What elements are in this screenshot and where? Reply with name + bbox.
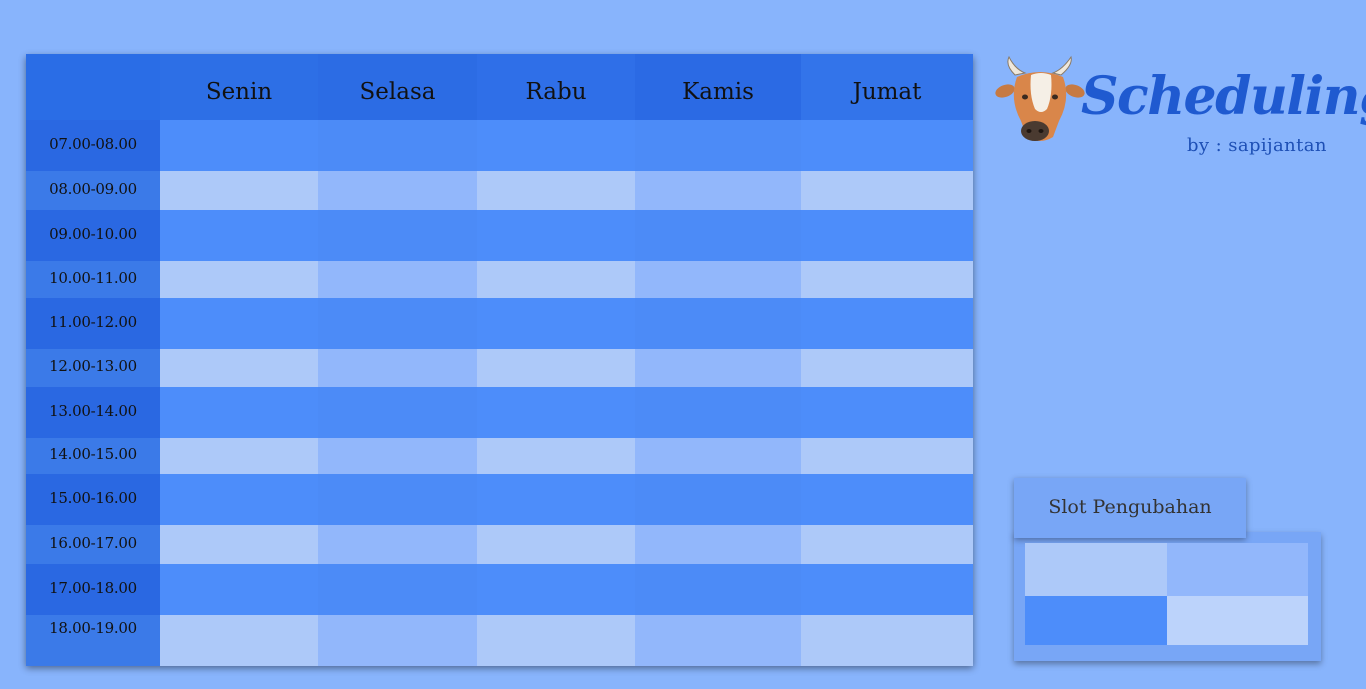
schedule-table: Senin Selasa Rabu Kamis Jumat 07.00-08.0…	[26, 54, 973, 666]
schedule-slot-kamis[interactable]	[635, 387, 801, 438]
slot-option[interactable]	[1025, 596, 1167, 645]
time-slot-label: 18.00-19.00	[26, 615, 160, 666]
schedule-slot-rabu[interactable]	[477, 261, 635, 298]
schedule-slot-jumat[interactable]	[801, 474, 973, 525]
time-slot-label: 09.00-10.00	[26, 210, 160, 261]
schedule-slot-selasa[interactable]	[318, 615, 477, 666]
time-slot-label: 15.00-16.00	[26, 474, 160, 525]
day-header-jumat: Jumat	[801, 54, 973, 120]
time-slot-label: 16.00-17.00	[26, 525, 160, 564]
time-slot-label: 14.00-15.00	[26, 438, 160, 474]
schedule-slot-senin[interactable]	[160, 349, 318, 387]
schedule-slot-rabu[interactable]	[477, 349, 635, 387]
schedule-slot-senin[interactable]	[160, 171, 318, 210]
schedule-slot-selasa[interactable]	[318, 438, 477, 474]
schedule-slot-senin[interactable]	[160, 210, 318, 261]
schedule-slot-kamis[interactable]	[635, 171, 801, 210]
schedule-slot-jumat[interactable]	[801, 387, 973, 438]
day-header-senin: Senin	[160, 54, 318, 120]
time-slot-label: 13.00-14.00	[26, 387, 160, 438]
cow-head-icon	[995, 55, 1085, 141]
schedule-slot-kamis[interactable]	[635, 525, 801, 564]
schedule-slot-senin[interactable]	[160, 387, 318, 438]
schedule-slot-rabu[interactable]	[477, 387, 635, 438]
schedule-slot-selasa[interactable]	[318, 525, 477, 564]
schedule-slot-rabu[interactable]	[477, 438, 635, 474]
app-root: Senin Selasa Rabu Kamis Jumat 07.00-08.0…	[0, 0, 1366, 689]
schedule-slot-kamis[interactable]	[635, 615, 801, 666]
time-slot-label: 17.00-18.00	[26, 564, 160, 615]
schedule-slot-kamis[interactable]	[635, 438, 801, 474]
slot-option[interactable]	[1025, 543, 1167, 596]
schedule-slot-kamis[interactable]	[635, 349, 801, 387]
schedule-slot-senin[interactable]	[160, 474, 318, 525]
day-header-rabu: Rabu	[477, 54, 635, 120]
schedule-slot-rabu[interactable]	[477, 615, 635, 666]
schedule-slot-selasa[interactable]	[318, 298, 477, 349]
schedule-slot-senin[interactable]	[160, 438, 318, 474]
schedule-slot-jumat[interactable]	[801, 564, 973, 615]
logo-subtitle: by : sapijantan	[1187, 135, 1327, 156]
schedule-slot-selasa[interactable]	[318, 474, 477, 525]
schedule-slot-selasa[interactable]	[318, 349, 477, 387]
schedule-slot-senin[interactable]	[160, 298, 318, 349]
schedule-slot-senin[interactable]	[160, 615, 318, 666]
schedule-slot-senin[interactable]	[160, 564, 318, 615]
time-slot-label: 10.00-11.00	[26, 261, 160, 298]
schedule-slot-kamis[interactable]	[635, 120, 801, 171]
schedule-slot-rabu[interactable]	[477, 564, 635, 615]
schedule-slot-rabu[interactable]	[477, 474, 635, 525]
logo-title: Scheduling	[1081, 66, 1366, 127]
schedule-slot-kamis[interactable]	[635, 210, 801, 261]
schedule-slot-jumat[interactable]	[801, 261, 973, 298]
schedule-slot-rabu[interactable]	[477, 525, 635, 564]
schedule-slot-selasa[interactable]	[318, 564, 477, 615]
schedule-slot-jumat[interactable]	[801, 120, 973, 171]
schedule-slot-rabu[interactable]	[477, 298, 635, 349]
day-header-selasa: Selasa	[318, 54, 477, 120]
schedule-slot-jumat[interactable]	[801, 438, 973, 474]
schedule-slot-rabu[interactable]	[477, 120, 635, 171]
schedule-slot-jumat[interactable]	[801, 349, 973, 387]
day-header-kamis: Kamis	[635, 54, 801, 120]
schedule-slot-selasa[interactable]	[318, 261, 477, 298]
schedule-slot-kamis[interactable]	[635, 298, 801, 349]
slot-tab-joint	[1014, 528, 1246, 536]
schedule-slot-selasa[interactable]	[318, 171, 477, 210]
schedule-slot-jumat[interactable]	[801, 615, 973, 666]
logo: Scheduling by : sapijantan	[995, 55, 1366, 156]
slot-grid	[1025, 543, 1308, 645]
slot-option[interactable]	[1167, 596, 1308, 645]
schedule-slot-kamis[interactable]	[635, 564, 801, 615]
time-slot-label: 07.00-08.00	[26, 120, 160, 171]
time-slot-label: 08.00-09.00	[26, 171, 160, 210]
schedule-slot-jumat[interactable]	[801, 210, 973, 261]
schedule-slot-jumat[interactable]	[801, 171, 973, 210]
schedule-slot-kamis[interactable]	[635, 474, 801, 525]
schedule-slot-rabu[interactable]	[477, 171, 635, 210]
table-corner	[26, 54, 160, 120]
schedule-slot-kamis[interactable]	[635, 261, 801, 298]
time-slot-label: 11.00-12.00	[26, 298, 160, 349]
schedule-slot-senin[interactable]	[160, 525, 318, 564]
schedule-slot-jumat[interactable]	[801, 525, 973, 564]
time-slot-label: 12.00-13.00	[26, 349, 160, 387]
schedule-slot-selasa[interactable]	[318, 387, 477, 438]
schedule-slot-senin[interactable]	[160, 120, 318, 171]
schedule-slot-rabu[interactable]	[477, 210, 635, 261]
schedule-slot-senin[interactable]	[160, 261, 318, 298]
schedule-slot-selasa[interactable]	[318, 210, 477, 261]
schedule-slot-selasa[interactable]	[318, 120, 477, 171]
schedule-slot-jumat[interactable]	[801, 298, 973, 349]
slot-option[interactable]	[1167, 543, 1308, 596]
